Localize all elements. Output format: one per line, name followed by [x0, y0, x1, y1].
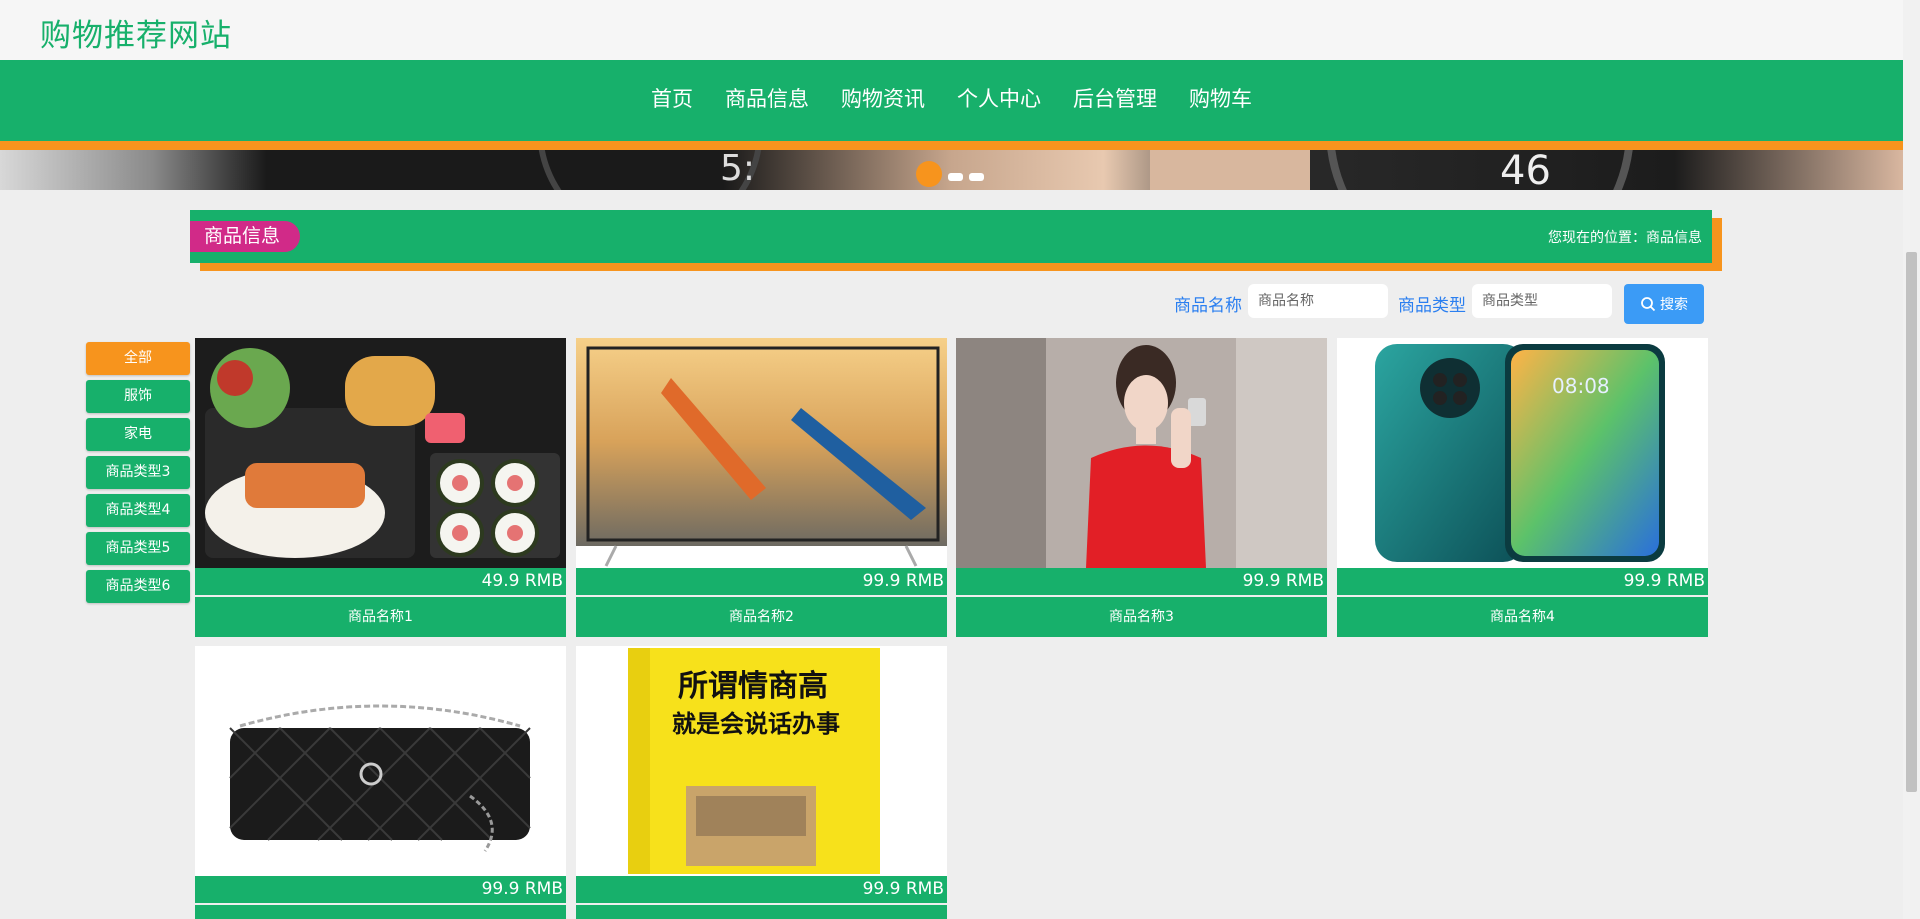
nav-item-cart[interactable]: 购物车: [1189, 83, 1252, 113]
product-image-bento[interactable]: [195, 338, 566, 568]
product-price: 99.9 RMB: [1337, 568, 1708, 595]
book-title-line-2: 就是会说话办事: [672, 710, 840, 738]
top-header: 购物推荐网站: [0, 0, 1903, 60]
svg-text:5:: 5:: [720, 150, 755, 189]
svg-text:46: 46: [1500, 150, 1551, 190]
category-type4[interactable]: 商品类型4: [86, 494, 190, 527]
site-title[interactable]: 购物推荐网站: [40, 10, 232, 55]
product-image-phone[interactable]: 08:08: [1337, 338, 1708, 568]
search-icon: [1641, 297, 1656, 312]
product-card[interactable]: 49.9 RMB 商品名称1: [195, 338, 566, 637]
nav-item-home[interactable]: 首页: [651, 83, 693, 113]
category-type5[interactable]: 商品类型5: [86, 532, 190, 565]
banner-carousel[interactable]: 5: 46: [0, 150, 1903, 190]
category-clothing[interactable]: 服饰: [86, 380, 190, 413]
carousel-dot-3[interactable]: [969, 173, 984, 181]
product-card[interactable]: 所谓情商高 就是会说话办事 99.9 RMB: [576, 646, 947, 919]
product-price: 49.9 RMB: [195, 568, 566, 595]
search-name-label: 商品名称: [1174, 296, 1242, 316]
product-image-woman[interactable]: [956, 338, 1327, 568]
product-image-handbag[interactable]: [195, 646, 566, 876]
product-price: 99.9 RMB: [956, 568, 1327, 595]
nav-item-profile[interactable]: 个人中心: [957, 83, 1041, 113]
product-image-tv[interactable]: [576, 338, 947, 568]
product-card[interactable]: 99.9 RMB 商品名称3: [956, 338, 1327, 637]
nav-divider: [0, 141, 1903, 150]
page-scrollbar[interactable]: [1903, 0, 1920, 919]
product-price: 99.9 RMB: [195, 876, 566, 903]
search-button-label: 搜索: [1660, 297, 1688, 313]
category-type3[interactable]: 商品类型3: [86, 456, 190, 489]
breadcrumb: 您现在的位置：商品信息: [1548, 230, 1702, 246]
product-price: 99.9 RMB: [576, 876, 947, 903]
main-nav: 首页 商品信息 购物资讯 个人中心 后台管理 购物车: [0, 60, 1903, 141]
svg-text:08:08: 08:08: [1552, 374, 1610, 398]
product-name[interactable]: 商品名称1: [195, 597, 566, 637]
search-type-label: 商品类型: [1398, 296, 1466, 316]
product-card[interactable]: 08:08 99.9 RMB 商品名称4: [1337, 338, 1708, 637]
product-name[interactable]: 商品名称3: [956, 597, 1327, 637]
product-name[interactable]: [576, 905, 947, 919]
section-header: [190, 210, 1712, 263]
scrollbar-thumb[interactable]: [1906, 252, 1917, 792]
carousel-dot-2[interactable]: [948, 173, 963, 181]
nav-item-news[interactable]: 购物资讯: [841, 83, 925, 113]
category-appliance[interactable]: 家电: [86, 418, 190, 451]
banner-image: 5: 46: [538, 150, 1633, 190]
category-type6[interactable]: 商品类型6: [86, 570, 190, 603]
nav-item-products[interactable]: 商品信息: [725, 83, 809, 113]
book-title-line-1: 所谓情商高: [678, 669, 828, 704]
product-name[interactable]: [195, 905, 566, 919]
product-type-input[interactable]: [1472, 284, 1612, 318]
product-name[interactable]: 商品名称2: [576, 597, 947, 637]
section-title: 商品信息: [190, 221, 301, 252]
search-button[interactable]: 搜索: [1624, 284, 1704, 324]
carousel-dot-1[interactable]: [916, 161, 942, 187]
product-name-input[interactable]: [1248, 284, 1388, 318]
category-all[interactable]: 全部: [86, 342, 190, 375]
nav-item-admin[interactable]: 后台管理: [1073, 83, 1157, 113]
product-card[interactable]: 99.9 RMB: [195, 646, 566, 919]
product-name[interactable]: 商品名称4: [1337, 597, 1708, 637]
product-image-book[interactable]: 所谓情商高 就是会说话办事: [576, 646, 947, 876]
product-card[interactable]: 99.9 RMB 商品名称2: [576, 338, 947, 637]
product-price: 99.9 RMB: [576, 568, 947, 595]
